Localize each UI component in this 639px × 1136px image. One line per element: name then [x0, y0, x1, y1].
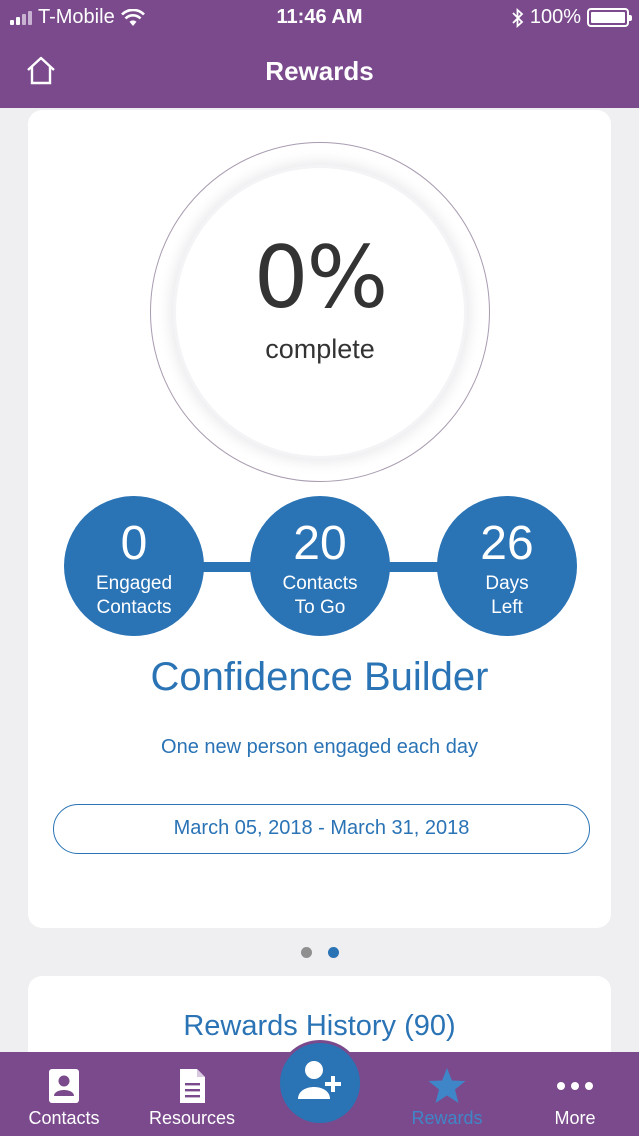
battery-group: 100% [512, 6, 632, 29]
stat-value: 0 [120, 517, 148, 570]
stat-label-line1: Days [485, 573, 529, 594]
tab-contacts[interactable]: Contacts [0, 1052, 128, 1136]
goal-subtitle: One new person engaged each day [161, 736, 478, 758]
document-icon [180, 1069, 205, 1103]
stat-label-line2: Left [491, 597, 523, 618]
stat-engaged-contacts: 0 Engaged Contacts [64, 496, 204, 636]
stat-label-line1: Contacts [282, 573, 358, 594]
date-range-pill: March 05, 2018 - March 31, 2018 [53, 804, 590, 854]
progress-ring-inner: 0% complete [176, 168, 464, 456]
progress-percent: 0% [253, 228, 388, 328]
battery-percent: 100% [529, 6, 581, 28]
status-bar: T-Mobile 11:46 AM 100% [0, 0, 639, 36]
stat-days-left: 26 Days Left [437, 496, 577, 636]
bluetooth-icon [512, 7, 524, 28]
stat-label-line1: Engaged [95, 573, 173, 594]
rewards-card[interactable]: 0% complete 0 Engaged Contacts 20 Contac… [28, 110, 611, 928]
rewards-history-title: Rewards History (90) [183, 1010, 456, 1042]
page-indicator[interactable] [0, 947, 639, 958]
tab-label: Rewards [411, 1108, 483, 1128]
contacts-icon [49, 1069, 79, 1103]
add-contact-icon [298, 1061, 341, 1099]
stat-value: 26 [480, 517, 534, 570]
tab-label: More [554, 1108, 596, 1128]
stat-contacts-to-go: 20 Contacts To Go [250, 496, 390, 636]
navigation-bar: Rewards [0, 36, 639, 108]
stat-value: 20 [293, 517, 347, 570]
progress-label: complete [265, 334, 375, 364]
add-contact-button[interactable] [277, 1040, 363, 1126]
page-dot[interactable] [300, 947, 312, 958]
stat-label-line2: Contacts [96, 597, 172, 618]
goal-title: Confidence Builder [150, 655, 489, 699]
tab-resources[interactable]: Resources [128, 1052, 256, 1136]
star-icon [428, 1068, 466, 1103]
battery-icon [587, 8, 632, 27]
tab-rewards[interactable]: Rewards [383, 1052, 511, 1136]
more-icon [557, 1082, 593, 1090]
progress-ring: 0% complete [150, 142, 490, 482]
tab-label: Contacts [28, 1108, 100, 1128]
tab-more[interactable]: More [511, 1052, 639, 1136]
page-dot-active[interactable] [327, 947, 339, 958]
tab-label: Resources [148, 1108, 236, 1128]
stat-label-line2: To Go [294, 597, 346, 618]
page-title: Rewards [265, 56, 374, 86]
